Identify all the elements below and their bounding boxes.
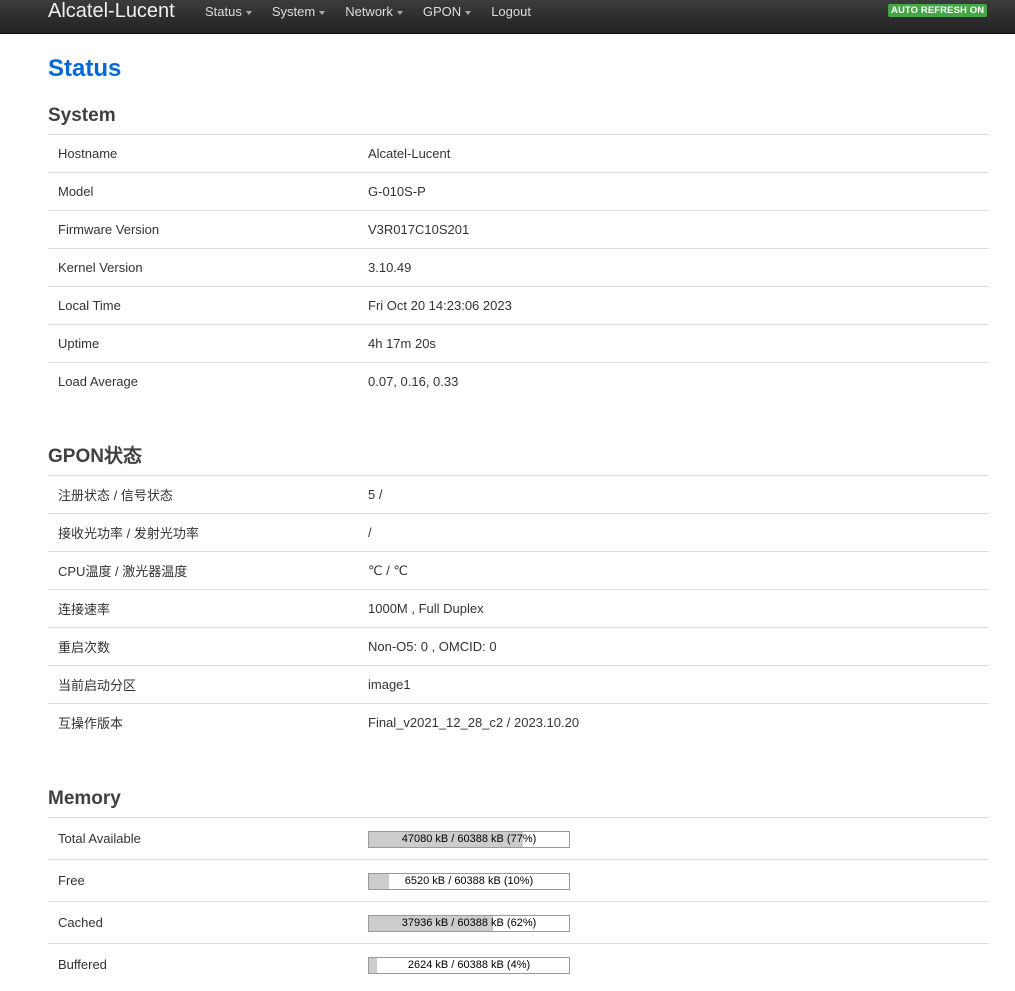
- nav-gpon-label: GPON: [422, 4, 462, 19]
- table-row: Local Time Fri Oct 20 14:23:06 2023: [48, 286, 989, 325]
- memory-section-title: Memory: [48, 788, 121, 809]
- nav-network-menu[interactable]: Network: [345, 0, 403, 24]
- chevron-down-icon: [465, 10, 472, 15]
- table-row: 注册状态 / 信号状态 5 /: [48, 475, 989, 514]
- row-value: 37936 kB / 60388 kB (62%): [358, 901, 989, 944]
- row-label: 注册状态 / 信号状态: [48, 475, 358, 514]
- row-label: Buffered: [48, 943, 358, 985]
- progress-bar: 47080 kB / 60388 kB (77%): [368, 831, 570, 848]
- nav-status-label: Status: [205, 4, 242, 19]
- table-row: Hostname Alcatel-Lucent: [48, 134, 989, 173]
- row-label: 连接速率: [48, 589, 358, 628]
- progress-bar-text: 37936 kB / 60388 kB (62%): [401, 917, 537, 929]
- row-label: Total Available: [48, 817, 358, 860]
- row-value: /: [358, 513, 989, 552]
- system-section-title: System: [48, 105, 116, 126]
- table-row: Firmware Version V3R017C10S201: [48, 210, 989, 249]
- row-value: Alcatel-Lucent: [358, 134, 989, 173]
- progress-bar: 6520 kB / 60388 kB (10%): [368, 873, 570, 890]
- row-value: G-010S-P: [358, 172, 989, 211]
- system-section: System Hostname Alcatel-Lucent Model G-010…: [48, 104, 989, 400]
- row-value: Fri Oct 20 14:23:06 2023: [358, 286, 989, 325]
- row-value: 2624 kB / 60388 kB (4%): [358, 943, 989, 985]
- progress-bar-text: 6520 kB / 60388 kB (10%): [404, 875, 534, 887]
- table-row: Kernel Version 3.10.49: [48, 248, 989, 287]
- progress-bar: 2624 kB / 60388 kB (4%): [368, 957, 570, 974]
- nav-status-menu[interactable]: Status: [205, 0, 252, 24]
- row-value: Final_v2021_12_28_c2 / 2023.10.20: [358, 703, 989, 741]
- table-row: Load Average 0.07, 0.16, 0.33: [48, 362, 989, 400]
- table-row: 互操作版本 Final_v2021_12_28_c2 / 2023.10.20: [48, 703, 989, 741]
- progress-bar: 37936 kB / 60388 kB (62%): [368, 915, 570, 932]
- table-row: Cached 37936 kB / 60388 kB (62%): [48, 901, 989, 944]
- memory-table: Total Available 47080 kB / 60388 kB (77%…: [48, 817, 989, 985]
- row-value: 1000M , Full Duplex: [358, 589, 989, 628]
- row-value: ℃ / ℃: [358, 551, 989, 590]
- table-row: CPU温度 / 激光器温度 ℃ / ℃: [48, 551, 989, 590]
- row-value: V3R017C10S201: [358, 210, 989, 249]
- row-value: 4h 17m 20s: [358, 324, 989, 363]
- nav-logout-link[interactable]: Logout: [491, 0, 531, 24]
- row-label: Firmware Version: [48, 210, 358, 249]
- chevron-down-icon: [319, 10, 326, 15]
- table-row: 接收光功率 / 发射光功率 /: [48, 513, 989, 552]
- table-row: Free 6520 kB / 60388 kB (10%): [48, 859, 989, 902]
- gpon-section: GPON状态 注册状态 / 信号状态 5 / 接收光功率 / 发射光功率 / CPU…: [48, 445, 989, 741]
- table-row: Total Available 47080 kB / 60388 kB (77%…: [48, 817, 989, 860]
- table-row: Buffered 2624 kB / 60388 kB (4%): [48, 943, 989, 985]
- table-row: 当前启动分区 image1: [48, 665, 989, 704]
- progress-bar-text: 2624 kB / 60388 kB (4%): [407, 959, 531, 971]
- row-value: 0.07, 0.16, 0.33: [358, 362, 989, 400]
- row-value: 3.10.49: [358, 248, 989, 287]
- progress-bar-text: 47080 kB / 60388 kB (77%): [401, 833, 537, 845]
- row-label: 当前启动分区: [48, 665, 358, 704]
- brand-logo[interactable]: Alcatel-Lucent: [48, 0, 175, 23]
- nav-system-menu[interactable]: System: [271, 0, 326, 24]
- row-label: Free: [48, 859, 358, 902]
- nav-menu: Status System Network GPON Logout: [205, 0, 551, 24]
- gpon-section-title: GPON状态: [48, 446, 142, 467]
- row-value: 5 /: [358, 475, 989, 514]
- row-value: 6520 kB / 60388 kB (10%): [358, 859, 989, 902]
- table-row: 重启次数 Non-O5: 0 , OMCID: 0: [48, 627, 989, 666]
- chevron-down-icon: [245, 10, 252, 15]
- nav-logout-label: Logout: [491, 4, 531, 19]
- gpon-table: 注册状态 / 信号状态 5 / 接收光功率 / 发射光功率 / CPU温度 / 激光…: [48, 475, 989, 741]
- table-row: Model G-010S-P: [48, 172, 989, 211]
- table-row: Uptime 4h 17m 20s: [48, 324, 989, 363]
- row-label: Load Average: [48, 362, 358, 400]
- nav-gpon-menu[interactable]: GPON: [422, 0, 472, 24]
- row-value: Non-O5: 0 , OMCID: 0: [358, 627, 989, 666]
- row-label: 重启次数: [48, 627, 358, 666]
- system-table: Hostname Alcatel-Lucent Model G-010S-P Fir…: [48, 134, 989, 400]
- row-label: CPU温度 / 激光器温度: [48, 551, 358, 590]
- table-row: 连接速率 1000M , Full Duplex: [48, 589, 989, 628]
- row-label: Uptime: [48, 324, 358, 363]
- memory-section: Memory Total Available 47080 kB / 60388 …: [48, 787, 989, 985]
- row-label: Local Time: [48, 286, 358, 325]
- row-value: image1: [358, 665, 989, 704]
- nav-network-label: Network: [345, 4, 393, 19]
- row-label: Cached: [48, 901, 358, 944]
- row-value: 47080 kB / 60388 kB (77%): [358, 817, 989, 860]
- top-navbar: Alcatel-Lucent Status System Network GPO…: [0, 0, 1015, 34]
- row-label: 互操作版本: [48, 703, 358, 741]
- chevron-down-icon: [396, 10, 403, 15]
- row-label: Model: [48, 172, 358, 211]
- row-label: Kernel Version: [48, 248, 358, 287]
- row-label: Hostname: [48, 134, 358, 173]
- page-title: Status: [48, 55, 122, 82]
- nav-system-label: System: [271, 4, 316, 19]
- row-label: 接收光功率 / 发射光功率: [48, 513, 358, 552]
- auto-refresh-badge[interactable]: AUTO REFRESH ON: [888, 4, 988, 17]
